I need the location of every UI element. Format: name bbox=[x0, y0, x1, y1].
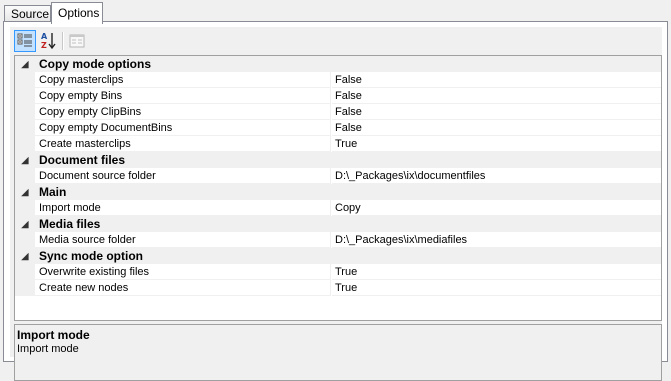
property-pages-button[interactable] bbox=[66, 30, 88, 52]
categorized-view-icon bbox=[17, 33, 32, 47]
property-name: Copy empty Bins bbox=[35, 88, 331, 104]
category-label: Main bbox=[39, 185, 67, 199]
property-value[interactable]: False bbox=[332, 72, 661, 88]
property-name: Copy masterclips bbox=[35, 72, 331, 88]
property-row[interactable]: Media source folder D:\_Packages\ix\medi… bbox=[15, 232, 661, 248]
collapse-triangle-icon[interactable]: ◢ bbox=[19, 152, 31, 168]
collapse-triangle-icon[interactable]: ◢ bbox=[19, 216, 31, 232]
tab-source[interactable]: Source bbox=[4, 5, 51, 22]
category-row-media-files[interactable]: ◢ Media files bbox=[15, 216, 661, 232]
category-row-copy-mode-options[interactable]: ◢ Copy mode options bbox=[15, 56, 661, 72]
property-value[interactable]: False bbox=[332, 88, 661, 104]
property-name: Document source folder bbox=[35, 168, 331, 184]
property-row[interactable]: Copy empty Bins False bbox=[15, 88, 661, 104]
toolbar-separator bbox=[62, 32, 64, 50]
property-value[interactable]: True bbox=[332, 280, 661, 296]
property-row[interactable]: Copy empty DocumentBins False bbox=[15, 120, 661, 136]
property-pages-icon bbox=[69, 34, 85, 48]
alphabetical-sort-icon: A Z bbox=[41, 32, 56, 50]
property-row[interactable]: Copy empty ClipBins False bbox=[15, 104, 661, 120]
category-label: Document files bbox=[39, 153, 126, 167]
property-name: Media source folder bbox=[35, 232, 331, 248]
categorized-view-button[interactable] bbox=[14, 30, 36, 52]
property-row[interactable]: Create new nodes True bbox=[15, 280, 661, 296]
property-name: Create new nodes bbox=[35, 280, 331, 296]
property-row[interactable]: Copy masterclips False bbox=[15, 72, 661, 88]
property-row[interactable]: Overwrite existing files True bbox=[15, 264, 661, 280]
options-panel: A Z ◢ Copy mode options Copy masterclips… bbox=[3, 21, 668, 381]
property-grid: ◢ Copy mode options Copy masterclips Fal… bbox=[14, 55, 662, 321]
category-row-main[interactable]: ◢ Main bbox=[15, 184, 661, 200]
category-row-sync-mode-option[interactable]: ◢ Sync mode option bbox=[15, 248, 661, 264]
category-label: Sync mode option bbox=[39, 249, 144, 263]
property-name: Import mode bbox=[35, 200, 331, 216]
category-label: Media files bbox=[39, 217, 101, 231]
property-name: Copy empty ClipBins bbox=[35, 104, 331, 120]
property-value[interactable]: D:\_Packages\ix\documentfiles bbox=[332, 168, 661, 184]
property-value[interactable]: False bbox=[332, 120, 661, 136]
category-row-document-files[interactable]: ◢ Document files bbox=[15, 152, 661, 168]
category-label: Copy mode options bbox=[39, 57, 151, 71]
svg-text:Z: Z bbox=[41, 41, 47, 50]
collapse-triangle-icon[interactable]: ◢ bbox=[19, 56, 31, 72]
property-value[interactable]: True bbox=[332, 264, 661, 280]
collapse-triangle-icon[interactable]: ◢ bbox=[19, 248, 31, 264]
property-value[interactable]: False bbox=[332, 104, 661, 120]
help-description: Import mode bbox=[17, 343, 79, 355]
property-name: Copy empty DocumentBins bbox=[35, 120, 331, 136]
svg-text:A: A bbox=[41, 32, 48, 41]
property-name: Create masterclips bbox=[35, 136, 331, 152]
tab-options[interactable]: Options bbox=[51, 2, 103, 24]
property-value[interactable]: Copy bbox=[332, 200, 661, 216]
property-value[interactable]: True bbox=[332, 136, 661, 152]
property-row[interactable]: Create masterclips True bbox=[15, 136, 661, 152]
property-grid-container: A Z ◢ Copy mode options Copy masterclips… bbox=[10, 27, 662, 381]
collapse-triangle-icon[interactable]: ◢ bbox=[19, 184, 31, 200]
property-row[interactable]: Import mode Copy bbox=[15, 200, 661, 216]
property-row[interactable]: Document source folder D:\_Packages\ix\d… bbox=[15, 168, 661, 184]
property-name: Overwrite existing files bbox=[35, 264, 331, 280]
property-grid-toolbar: A Z bbox=[10, 27, 662, 53]
alphabetical-sort-button[interactable]: A Z bbox=[38, 30, 60, 52]
help-pane: Import mode Import mode bbox=[14, 324, 662, 381]
property-value[interactable]: D:\_Packages\ix\mediafiles bbox=[332, 232, 661, 248]
help-title: Import mode bbox=[17, 328, 90, 342]
